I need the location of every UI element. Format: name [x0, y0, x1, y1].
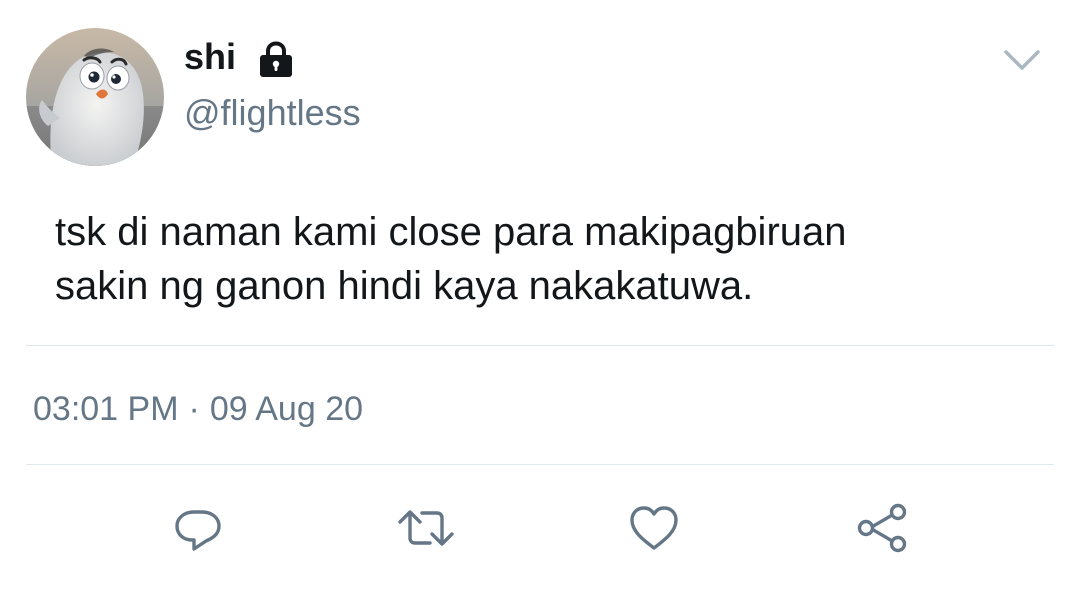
- reply-button[interactable]: [166, 496, 230, 560]
- share-icon: [857, 503, 907, 553]
- separator: ·: [188, 390, 200, 428]
- tweet-timestamp[interactable]: 03:01 PM · 09 Aug 20: [33, 387, 363, 431]
- retweet-button[interactable]: [394, 496, 458, 560]
- display-name-row[interactable]: shi: [184, 34, 296, 80]
- avatar-image: [26, 28, 164, 166]
- tweet-text: tsk di naman kami close para makipagbiru…: [55, 210, 847, 308]
- tweet-time: 03:01 PM: [33, 390, 179, 428]
- like-button[interactable]: [622, 496, 686, 560]
- action-bar: [0, 496, 1080, 560]
- chevron-down-icon[interactable]: [1002, 44, 1042, 76]
- heart-icon: [630, 506, 678, 550]
- retweet-icon: [398, 510, 454, 546]
- divider: [26, 345, 1054, 346]
- avatar[interactable]: [26, 28, 164, 166]
- lock-icon: [256, 39, 296, 79]
- tweet-detail: shi @flightless tsk di naman kami close …: [0, 0, 1080, 593]
- user-handle[interactable]: @flightless: [184, 90, 361, 136]
- tweet-date: 09 Aug 20: [209, 390, 364, 428]
- reply-icon: [175, 510, 221, 551]
- display-name[interactable]: shi: [184, 34, 236, 80]
- share-button[interactable]: [850, 496, 914, 560]
- divider: [26, 464, 1054, 465]
